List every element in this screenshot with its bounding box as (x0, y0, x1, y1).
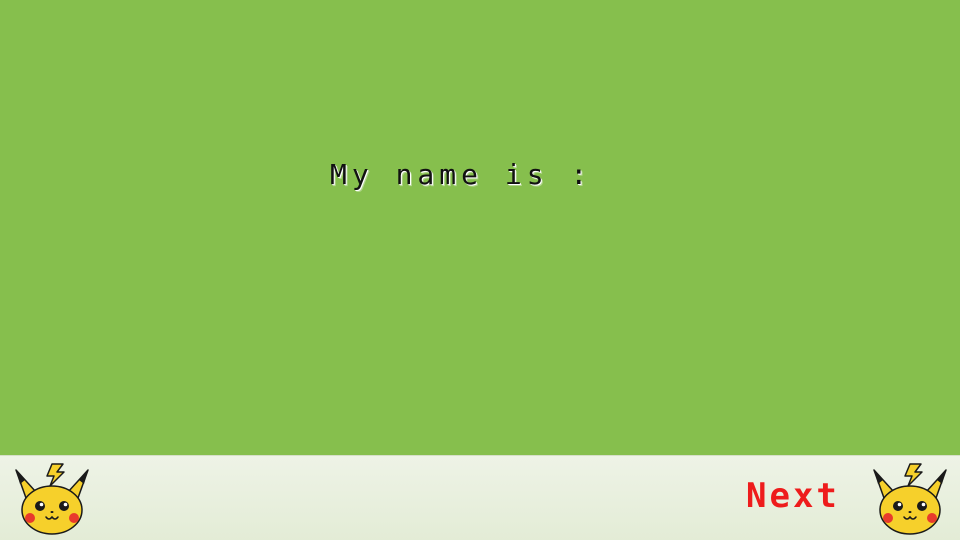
dialog-stage: My name is : (0, 0, 960, 455)
bottom-bar: Next (0, 455, 960, 540)
pikachu-face-icon (873, 463, 947, 535)
next-button[interactable]: Next (746, 476, 840, 516)
name-prompt: My name is : (330, 158, 593, 191)
pikachu-face-icon (15, 463, 89, 535)
